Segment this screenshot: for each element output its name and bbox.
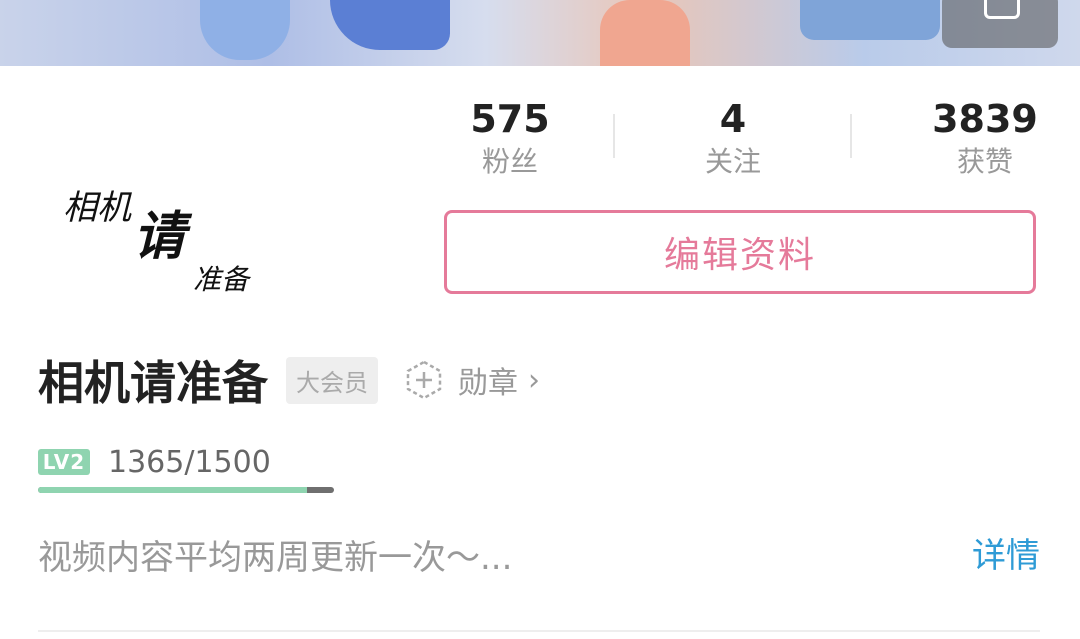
profile-card: 相机 请 准备 575 粉丝 4 关注 3839 获赞 编辑资料 相机请准备 大… bbox=[0, 66, 1080, 639]
banner-art bbox=[600, 0, 690, 66]
square-icon bbox=[984, 0, 1020, 19]
svg-text:请: 请 bbox=[133, 206, 193, 267]
avatar[interactable]: 相机 请 准备 bbox=[38, 114, 278, 354]
exp-text: 1365/1500 bbox=[108, 444, 271, 480]
banner-edit-button[interactable] bbox=[942, 0, 1058, 48]
stat-followers[interactable]: 575 粉丝 bbox=[430, 96, 590, 182]
level-badge: LV2 bbox=[38, 449, 90, 475]
medal-link[interactable]: 勋章 › bbox=[404, 358, 540, 402]
section-divider bbox=[38, 630, 1040, 632]
stat-likes[interactable]: 3839 获赞 bbox=[905, 96, 1065, 182]
exp-progress-bar bbox=[38, 487, 334, 493]
stats-bar: 575 粉丝 4 关注 3839 获赞 bbox=[430, 96, 1050, 186]
name-row: 相机请准备 大会员 勋章 › bbox=[38, 350, 540, 410]
bio-text[interactable]: 视频内容平均两周更新一次～... bbox=[38, 530, 512, 579]
medal-add-icon bbox=[406, 360, 442, 400]
svg-text:相机: 相机 bbox=[63, 188, 132, 228]
following-count: 4 bbox=[719, 97, 747, 141]
banner-art bbox=[200, 0, 290, 60]
banner-art bbox=[800, 0, 940, 40]
edit-profile-button[interactable]: 编辑资料 bbox=[444, 210, 1036, 294]
vip-badge[interactable]: 大会员 bbox=[286, 356, 378, 404]
level-row[interactable]: LV2 1365/1500 bbox=[38, 440, 271, 484]
following-label: 关注 bbox=[704, 145, 761, 178]
profile-banner[interactable] bbox=[0, 0, 1080, 66]
username: 相机请准备 bbox=[38, 356, 268, 410]
exp-progress-fill bbox=[38, 487, 308, 493]
svg-text:准备: 准备 bbox=[193, 263, 252, 296]
likes-label: 获赞 bbox=[956, 145, 1013, 178]
stat-divider bbox=[613, 114, 615, 158]
stat-following[interactable]: 4 关注 bbox=[653, 96, 813, 182]
avatar-calligraphy: 相机 请 准备 bbox=[63, 188, 252, 296]
stat-divider bbox=[850, 114, 852, 158]
followers-count: 575 bbox=[470, 97, 550, 141]
followers-label: 粉丝 bbox=[481, 145, 538, 178]
chevron-right-icon: › bbox=[528, 362, 540, 398]
medal-label: 勋章 bbox=[458, 366, 518, 401]
banner-art bbox=[330, 0, 450, 50]
detail-link[interactable]: 详情 bbox=[972, 528, 1040, 577]
likes-count: 3839 bbox=[932, 97, 1038, 141]
